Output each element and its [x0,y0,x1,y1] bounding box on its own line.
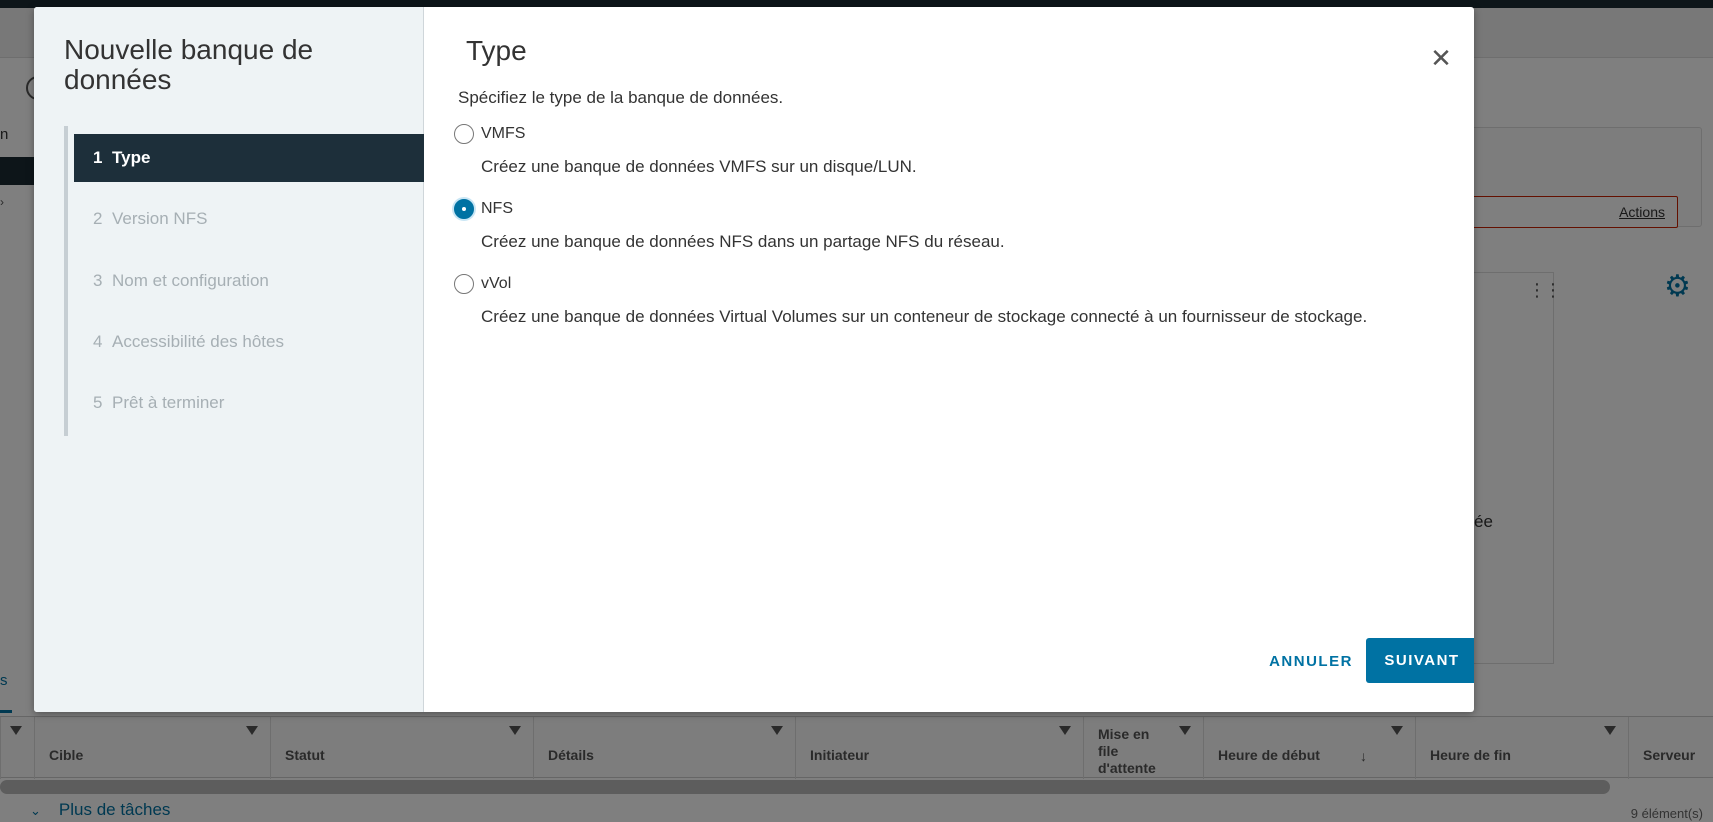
step-nfs-version: 2 Version NFS [74,195,424,243]
step-name-config: 3 Nom et configuration [74,257,424,305]
step-label: Prêt à terminer [112,393,225,412]
cancel-button[interactable]: ANNULER [1246,640,1376,684]
step-number: 4 [93,332,103,351]
step-label: Nom et configuration [112,271,269,290]
radio-vmfs[interactable] [454,124,474,144]
radio-vvol[interactable] [454,274,474,294]
option-description: Créez une banque de données VMFS sur un … [481,157,917,176]
step-type[interactable]: 1 Type [74,134,424,182]
radio-nfs[interactable] [454,199,474,219]
step-number: 2 [93,209,103,228]
option-label[interactable]: vVol [481,274,511,294]
option-description: Créez une banque de données NFS dans un … [481,232,1005,251]
next-button[interactable]: SUIVANT [1366,638,1474,683]
step-label: Accessibilité des hôtes [112,332,284,351]
step-ready-to-complete: 5 Prêt à terminer [74,379,424,427]
option-label[interactable]: VMFS [481,124,525,144]
step-label: Version NFS [112,209,208,228]
step-label: Type [112,148,151,167]
step-number: 3 [93,271,103,290]
close-icon[interactable]: ✕ [1424,41,1458,75]
wizard-title: Nouvelle banque de données [64,34,314,95]
page-title: Type [466,35,527,66]
option-description: Créez une banque de données Virtual Volu… [481,307,1368,326]
step-number: 5 [93,393,103,412]
step-number: 1 [93,148,103,167]
steps-rail [64,126,68,436]
wizard-steps-nav: Nouvelle banque de données 1 Type 2 Vers… [34,7,424,712]
step-host-accessibility: 4 Accessibilité des hôtes [74,318,424,366]
option-label[interactable]: NFS [481,199,513,219]
wizard-content: Type ✕ Spécifiez le type de la banque de… [424,7,1474,712]
new-datastore-wizard: Nouvelle banque de données 1 Type 2 Vers… [34,7,1474,712]
page-description: Spécifiez le type de la banque de donnée… [458,88,784,107]
radio-dot [462,207,466,211]
